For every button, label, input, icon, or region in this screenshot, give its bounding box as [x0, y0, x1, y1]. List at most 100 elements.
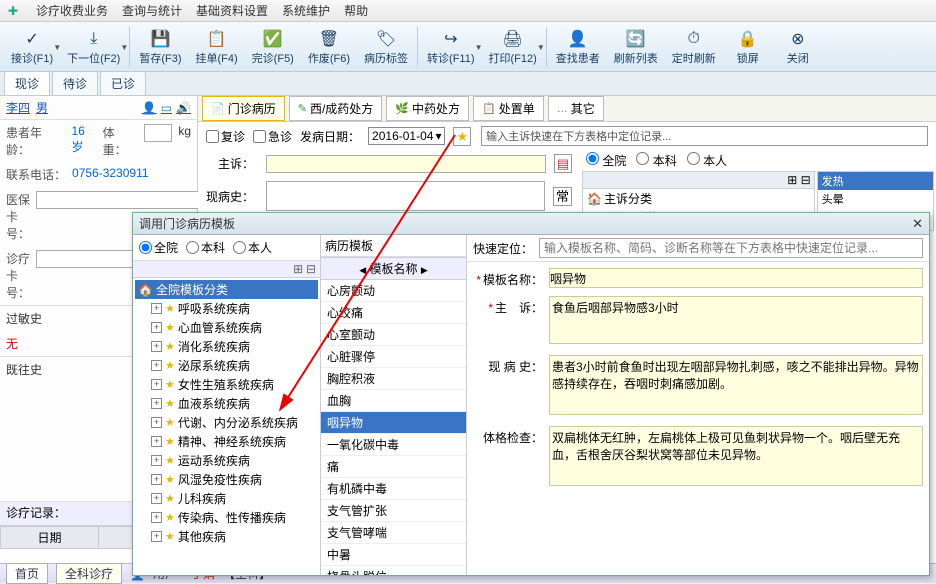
toolbar-button[interactable]: ↪转诊(F11)▼: [420, 24, 481, 70]
weight-input[interactable]: [144, 124, 172, 142]
person-icon[interactable]: 👤: [142, 101, 157, 115]
tpl-tigejc-input[interactable]: [549, 426, 923, 486]
menu-item[interactable]: 诊疗收费业务: [36, 2, 108, 19]
medcard-input[interactable]: [36, 191, 199, 209]
tree-node[interactable]: +★其他疾病: [149, 527, 318, 546]
tree-node[interactable]: +★消化系统疾病: [149, 337, 318, 356]
category-root[interactable]: 🏠主诉分类: [583, 189, 814, 208]
close-icon[interactable]: ✕: [912, 216, 923, 232]
template-list-item[interactable]: 一氧化碳中毒: [321, 434, 466, 456]
template-list-item[interactable]: 支气管哮喘: [321, 522, 466, 544]
tpl-xianbing-input[interactable]: [549, 355, 923, 415]
toolbar-button[interactable]: ✓接诊(F1)▼: [4, 24, 60, 70]
template-list-item[interactable]: 支气管扩张: [321, 500, 466, 522]
patient-name[interactable]: 李四: [6, 99, 30, 116]
toolbar-button[interactable]: 🖨打印(F12)▼: [482, 24, 544, 70]
menu-item[interactable]: 帮助: [344, 2, 368, 19]
tab-dept[interactable]: 全科诊疗: [56, 563, 122, 584]
tab-waiting[interactable]: 待诊: [52, 71, 98, 95]
xianbing-input[interactable]: [266, 181, 545, 211]
toolbar-button[interactable]: 🏷病历标签: [357, 24, 415, 70]
record-tab[interactable]: ✎西/成药处方: [289, 96, 383, 121]
sound-icon[interactable]: 🔊: [176, 101, 191, 115]
expand-icon[interactable]: +: [151, 474, 162, 485]
expand-icon[interactable]: +: [151, 360, 162, 371]
onset-date-picker[interactable]: 2016-01-04▾: [368, 127, 445, 145]
tree-node[interactable]: +★血液系统疾病: [149, 394, 318, 413]
record-tab[interactable]: 📄门诊病历: [202, 96, 285, 121]
template-list-item[interactable]: 心脏骤停: [321, 346, 466, 368]
toolbar-button[interactable]: ⊗关闭: [773, 24, 823, 70]
expand-icon[interactable]: ⊞: [293, 262, 303, 276]
toolbar-button[interactable]: 🔒锁屏: [723, 24, 773, 70]
tree-node[interactable]: +★泌尿系统疾病: [149, 356, 318, 375]
menu-item[interactable]: 基础资料设置: [196, 2, 268, 19]
template-list-item[interactable]: 桡骨头脱位: [321, 566, 466, 575]
tree-node[interactable]: +★风湿免疫性疾病: [149, 470, 318, 489]
template-list-item[interactable]: 心房颤动: [321, 280, 466, 302]
expand-icon[interactable]: +: [151, 493, 162, 504]
toolbar-button[interactable]: ⏱定时刷新: [665, 24, 723, 70]
tpl-zhusu-input[interactable]: [549, 296, 923, 344]
tree-node[interactable]: +★传染病、性传播疾病: [149, 508, 318, 527]
tree-root[interactable]: 🏠全院模板分类: [135, 280, 318, 299]
tree-node[interactable]: +★女性生殖系统疾病: [149, 375, 318, 394]
chk-emergency[interactable]: 急诊: [253, 128, 292, 145]
idcard-icon[interactable]: ▭: [161, 101, 172, 115]
template-list-item[interactable]: 咽异物: [321, 412, 466, 434]
expand-icon[interactable]: +: [151, 512, 162, 523]
dlg-scope-dept[interactable]: 本科: [186, 239, 225, 256]
expand-icon[interactable]: +: [151, 436, 162, 447]
collapse-icon[interactable]: ⊟: [306, 262, 316, 276]
template-list-item[interactable]: 心室颤动: [321, 324, 466, 346]
tab-done[interactable]: 已诊: [100, 71, 146, 95]
expand-icon[interactable]: +: [151, 341, 162, 352]
chk-revisit[interactable]: 复诊: [206, 128, 245, 145]
zhusu-input[interactable]: [266, 155, 546, 173]
expand-icon[interactable]: +: [151, 455, 162, 466]
menu-item[interactable]: 查询与统计: [122, 2, 182, 19]
dlg-scope-all[interactable]: 全院: [139, 239, 178, 256]
tree-node[interactable]: +★儿科疾病: [149, 489, 318, 508]
template-list-item[interactable]: 中暑: [321, 544, 466, 566]
tab-home[interactable]: 首页: [6, 563, 48, 584]
template-list-item[interactable]: 有机磷中毒: [321, 478, 466, 500]
toolbar-button[interactable]: ⤓下一位(F2)▼: [60, 24, 127, 70]
record-tab[interactable]: …其它: [548, 96, 604, 121]
toolbar-button[interactable]: 🔄刷新列表: [607, 24, 665, 70]
tab-current[interactable]: 现诊: [4, 71, 50, 95]
expand-icon[interactable]: +: [151, 322, 162, 333]
dlg-scope-self[interactable]: 本人: [233, 239, 272, 256]
star-button[interactable]: ★: [453, 127, 471, 146]
expand-icon[interactable]: +: [151, 303, 162, 314]
tree-node[interactable]: +★代谢、内分泌系统疾病: [149, 413, 318, 432]
template-list-item[interactable]: 胸腔积液: [321, 368, 466, 390]
chang-button[interactable]: 常: [553, 187, 572, 206]
expand-collapse-icon[interactable]: ⊞ ⊟: [787, 173, 810, 187]
tree-node[interactable]: +★呼吸系统疾病: [149, 299, 318, 318]
scope-self[interactable]: 本人: [687, 152, 727, 169]
toolbar-button[interactable]: 🗑作废(F6): [301, 24, 357, 70]
toolbar-button[interactable]: ✅完诊(F5): [245, 24, 301, 70]
tree-node[interactable]: +★运动系统疾病: [149, 451, 318, 470]
template-list-item[interactable]: 血胸: [321, 390, 466, 412]
tree-node[interactable]: +★心血管系统疾病: [149, 318, 318, 337]
record-tab[interactable]: 📋处置单: [473, 96, 544, 121]
toolbar-button[interactable]: 👤查找患者: [549, 24, 607, 70]
locate-input[interactable]: [539, 238, 923, 258]
template-list-item[interactable]: 心绞痛: [321, 302, 466, 324]
symptom-item[interactable]: 发热: [818, 172, 933, 190]
expand-icon[interactable]: +: [151, 398, 162, 409]
expand-icon[interactable]: +: [151, 531, 162, 542]
tpl-name-input[interactable]: [549, 268, 923, 288]
tree-node[interactable]: +★精神、神经系统疾病: [149, 432, 318, 451]
expand-icon[interactable]: +: [151, 379, 162, 390]
symptom-item[interactable]: 头晕: [818, 190, 933, 208]
menu-item[interactable]: 系统维护: [282, 2, 330, 19]
toolbar-button[interactable]: 💾暂存(F3): [132, 24, 188, 70]
template-list-item[interactable]: 痛: [321, 456, 466, 478]
expand-icon[interactable]: +: [151, 417, 162, 428]
record-tab[interactable]: 🌿中药处方: [386, 96, 469, 121]
dialog-titlebar[interactable]: 调用门诊病历模板 ✕: [133, 213, 929, 235]
toolbar-button[interactable]: 📋挂单(F4): [189, 24, 245, 70]
